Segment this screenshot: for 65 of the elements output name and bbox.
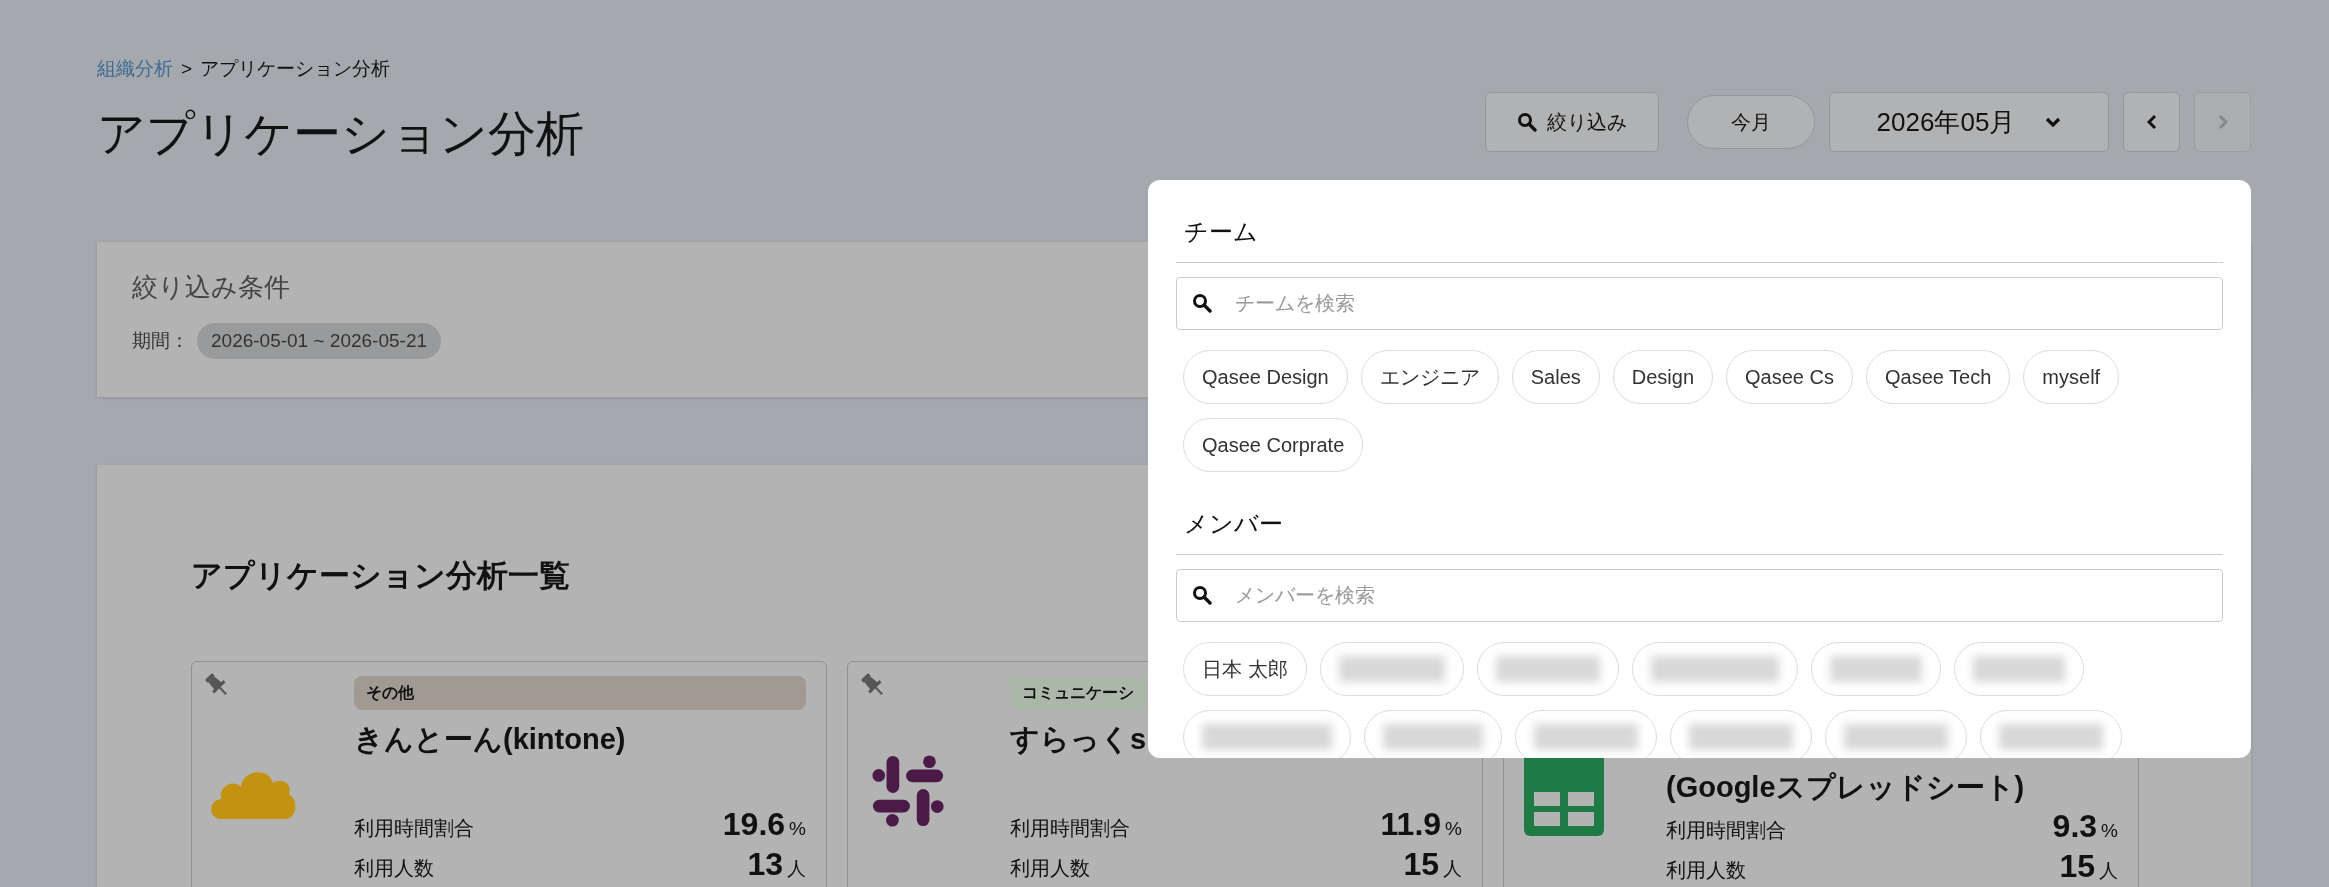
- month-select[interactable]: 2026年05月: [1829, 92, 2109, 152]
- filter-chip[interactable]: Qasee Design: [1183, 350, 1348, 404]
- search-icon: [1517, 112, 1537, 132]
- stat-label: 利用人数: [1010, 856, 1090, 881]
- app-card[interactable]: その他 きんとーん(kintone) 利用時間割合 19.6% 利用人数 13 人: [191, 661, 827, 887]
- this-month-button[interactable]: 今月: [1687, 95, 1815, 149]
- blurred-chip[interactable]: [1183, 710, 1351, 758]
- stat-value: 19.6: [722, 806, 786, 842]
- search-field[interactable]: メンバーを検索: [1176, 569, 2223, 622]
- previous-month-button[interactable]: [2123, 92, 2180, 152]
- app-name: きんとーん(kintone): [354, 722, 626, 757]
- chevron-right-icon: [2217, 114, 2228, 130]
- blurred-chip[interactable]: [1670, 710, 1812, 758]
- filter-conditions-title: 絞り込み条件: [132, 271, 290, 304]
- blurred-chip[interactable]: [1980, 710, 2122, 758]
- app-list-title: アプリケーション分析一覧: [191, 557, 570, 595]
- chevron-down-icon: [2045, 117, 2062, 127]
- stat-label: 利用時間割合: [1666, 818, 1786, 843]
- stat-unit: 人: [2099, 860, 2118, 881]
- filter-chip[interactable]: Qasee Cs: [1726, 350, 1853, 404]
- stat-unit: %: [1445, 818, 1462, 839]
- chevron-left-icon: [2146, 114, 2157, 130]
- stat-value: 15: [2059, 848, 2095, 884]
- search-field[interactable]: チームを検索: [1176, 277, 2223, 330]
- filter-chip[interactable]: エンジニア: [1360, 350, 1499, 404]
- stat-label: 利用人数: [1666, 858, 1746, 883]
- blurred-chip[interactable]: [1319, 642, 1464, 696]
- hash-icon: [869, 752, 947, 830]
- section-title: チーム: [1176, 216, 2223, 263]
- search-icon: [1192, 293, 1212, 313]
- stat-label: 利用時間割合: [1010, 816, 1130, 841]
- stat-unit: %: [789, 818, 806, 839]
- page-title: アプリケーション分析: [97, 106, 584, 162]
- section-title: メンバー: [1176, 508, 2223, 555]
- blurred-chip[interactable]: [1515, 710, 1657, 758]
- blurred-chip[interactable]: [1631, 642, 1798, 696]
- category-badge: その他: [354, 676, 806, 710]
- period-tag: 2026-05-01 ~ 2026-05-21: [197, 323, 442, 359]
- breadcrumb-current: アプリケーション分析: [200, 57, 391, 81]
- stat-unit: %: [2101, 820, 2118, 841]
- stat-value: 13: [747, 846, 783, 882]
- app-name: (Googleスプレッドシート): [1666, 770, 2025, 805]
- blurred-chip[interactable]: [1810, 642, 1941, 696]
- blurred-chip[interactable]: [1364, 710, 1502, 758]
- blurred-chip[interactable]: [1825, 710, 1967, 758]
- period-label: 期間：: [132, 329, 189, 353]
- filter-chip[interactable]: 日本 太郎: [1183, 642, 1307, 696]
- filter-chip[interactable]: Sales: [1511, 350, 1600, 404]
- filter-button[interactable]: 絞り込み: [1485, 92, 1659, 152]
- app-name: すらっくs: [1010, 722, 1147, 757]
- stat-unit: 人: [1443, 858, 1462, 879]
- stat-value: 9.3: [2052, 808, 2098, 844]
- stat-value: 15: [1403, 846, 1439, 882]
- stat-unit: 人: [787, 858, 806, 879]
- stat-label: 利用人数: [354, 856, 434, 881]
- filter-chip[interactable]: Qasee Tech: [1866, 350, 2011, 404]
- stat-value: 11.9: [1380, 806, 1442, 842]
- breadcrumb-separator: >: [181, 58, 193, 80]
- search-icon: [1192, 585, 1212, 605]
- filter-chip[interactable]: Design: [1612, 350, 1714, 404]
- blurred-chip[interactable]: [1476, 642, 1619, 696]
- filter-chip[interactable]: myself: [2023, 350, 2120, 404]
- stat-label: 利用時間割合: [354, 816, 474, 841]
- blurred-chip[interactable]: [1953, 642, 2084, 696]
- filter-chip[interactable]: Qasee Corprate: [1183, 418, 1364, 472]
